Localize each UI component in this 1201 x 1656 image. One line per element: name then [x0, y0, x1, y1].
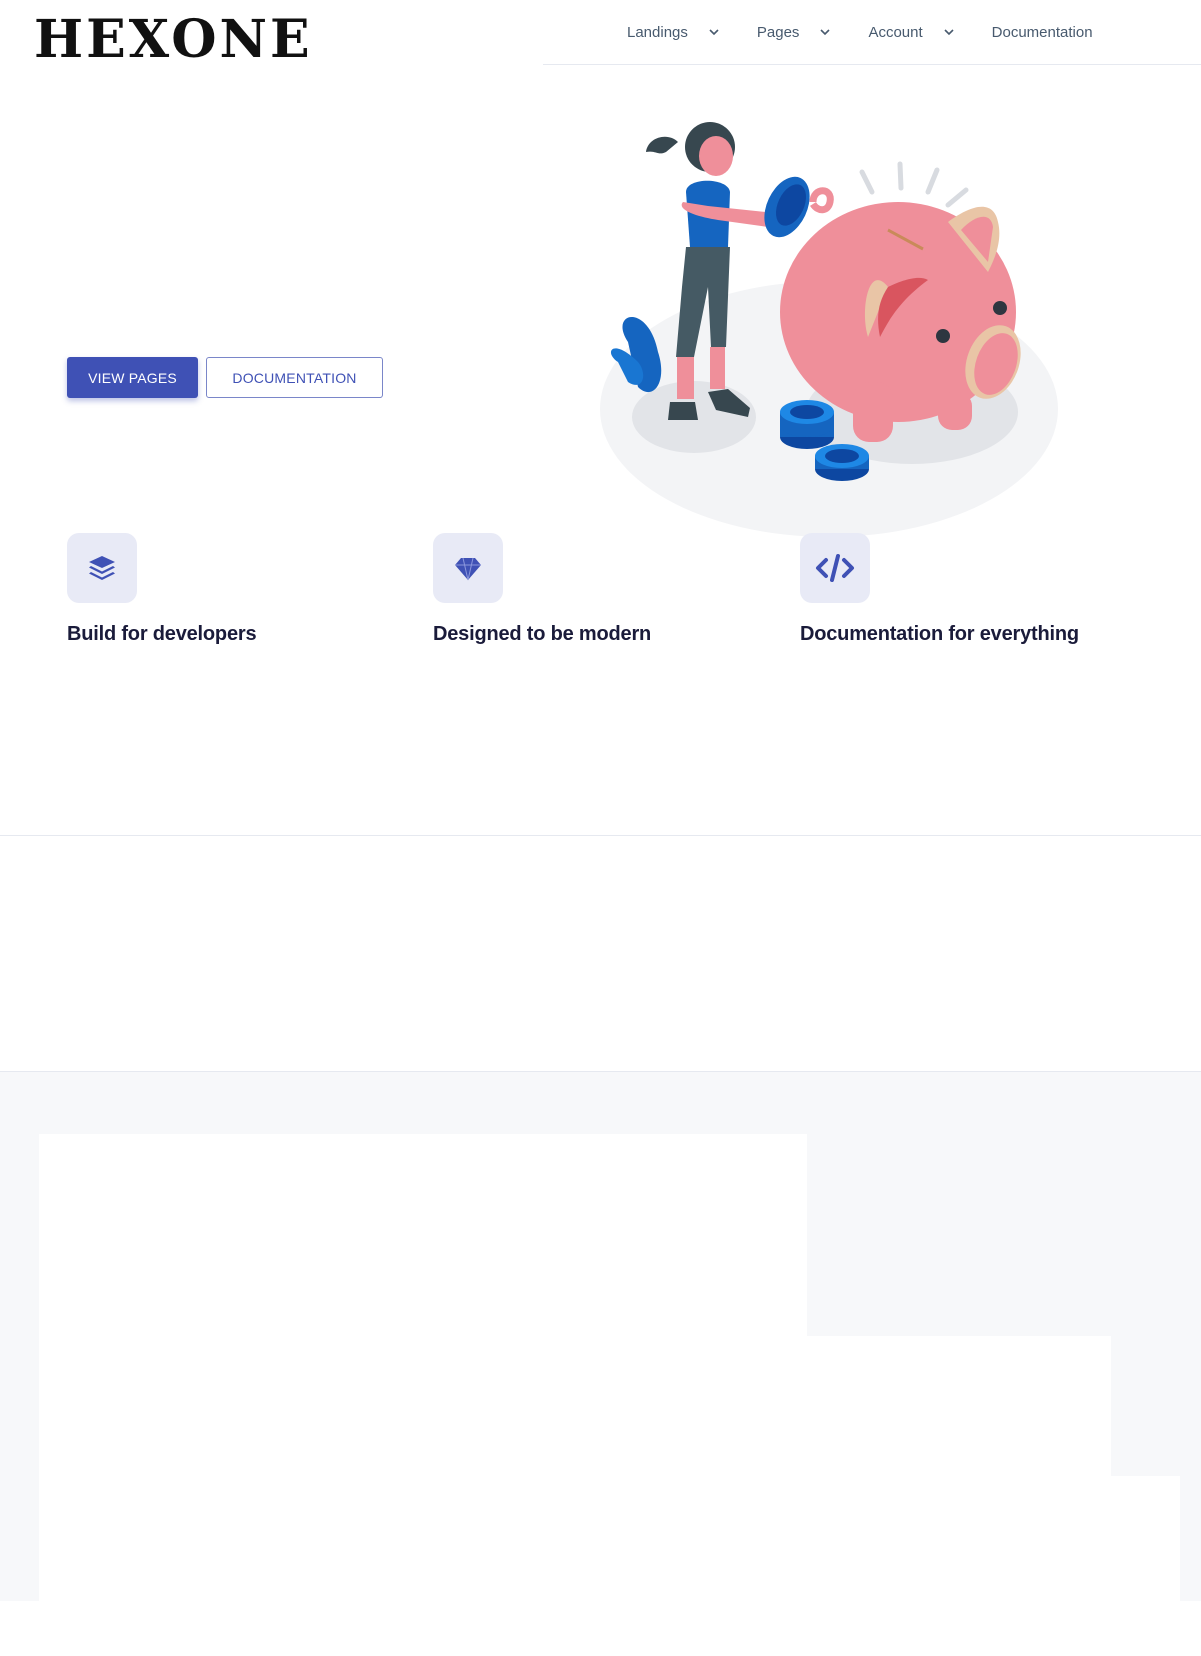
content-card: [807, 1336, 1111, 1476]
diamond-icon: [455, 557, 481, 581]
documentation-button[interactable]: DOCUMENTATION: [206, 357, 383, 398]
feature-icon-box: [433, 533, 503, 603]
feature-documentation-for-everything: Documentation for everything: [800, 533, 1140, 646]
feature-icon-box: [67, 533, 137, 603]
content-card: [67, 1576, 467, 1616]
nav-label: Pages: [756, 23, 800, 41]
nav-label: Documentation: [991, 23, 1093, 41]
button-label: VIEW PAGES: [88, 369, 177, 386]
chevron-down-icon: [820, 29, 831, 36]
nav-label: Account: [868, 23, 923, 41]
gray-content-section: [0, 1072, 1201, 1656]
content-card: [807, 1476, 1180, 1606]
nav-label: Landings: [627, 23, 688, 41]
layers-icon: [89, 556, 115, 580]
nav-item-documentation[interactable]: Documentation: [992, 24, 1093, 41]
main-nav: Landings Pages Account Documentation: [627, 0, 1093, 64]
button-label: DOCUMENTATION: [232, 369, 357, 386]
feature-title: Designed to be modern: [433, 623, 652, 645]
section-divider: [0, 835, 1201, 836]
nav-item-landings[interactable]: Landings: [627, 24, 720, 41]
feature-title: Build for developers: [67, 623, 257, 645]
chevron-down-icon: [944, 29, 954, 36]
top-navbar: HEXONE Landings Pages Account Documentat…: [0, 0, 1201, 66]
nav-item-pages[interactable]: Pages: [757, 24, 832, 41]
feature-icon-box: [800, 533, 870, 603]
view-pages-button[interactable]: VIEW PAGES: [67, 357, 198, 398]
feature-title: Documentation for everything: [800, 623, 1079, 645]
nav-item-account[interactable]: Account: [868, 24, 954, 41]
chevron-down-icon: [709, 29, 719, 36]
hero-illustration: [600, 122, 1058, 537]
brand-logo[interactable]: HEXONE: [34, 14, 313, 66]
content-card: [589, 1552, 807, 1612]
brand-logo-text: HEXONE: [34, 9, 313, 70]
code-icon: [816, 554, 854, 582]
feature-build-for-developers: Build for developers: [67, 533, 407, 646]
feature-designed-to-be-modern: Designed to be modern: [433, 533, 773, 646]
